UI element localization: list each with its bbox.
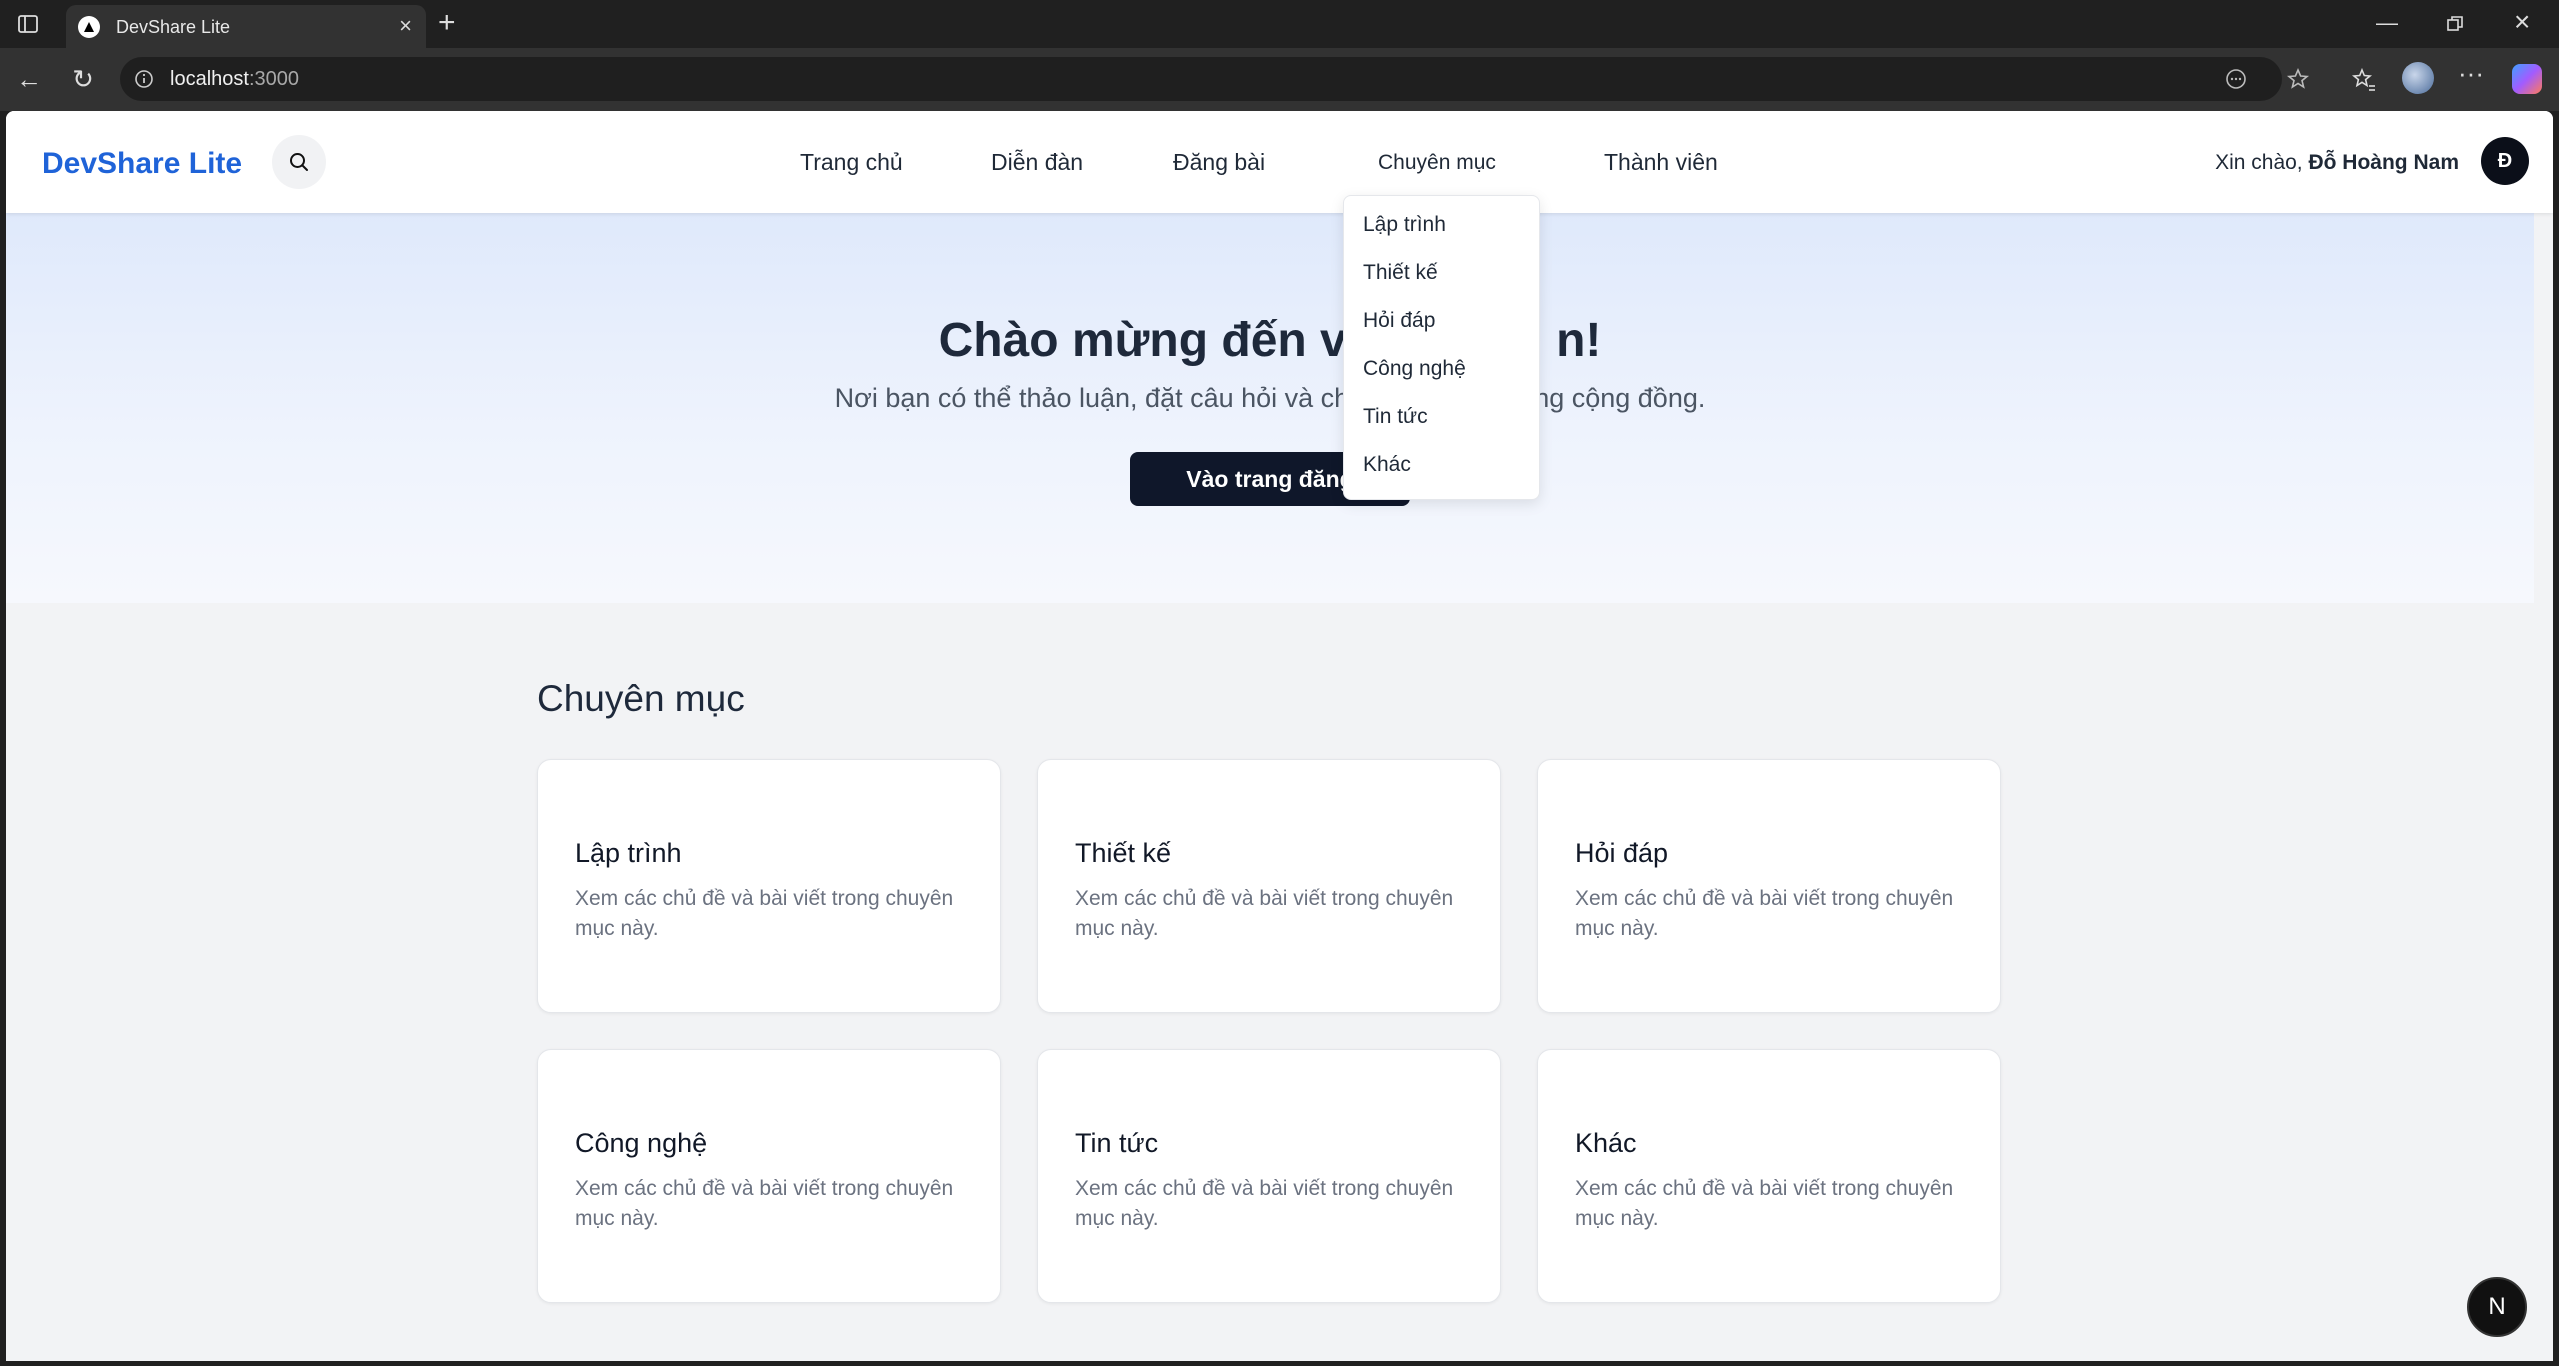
favorite-star-icon[interactable] (2286, 67, 2310, 91)
browser-address-bar: ← ↻ localhost:3000 ··· (0, 48, 2559, 111)
card-description: Xem các chủ đề và bài viết trong chuyên … (575, 1177, 954, 1230)
category-card-programming[interactable]: Lập trình Xem các chủ đề và bài viết tro… (537, 759, 1001, 1013)
card-title: Thiết kế (1075, 838, 1172, 868)
card-title: Khác (1575, 1128, 1637, 1158)
search-icon (290, 153, 308, 171)
category-card-other[interactable]: Khác Xem các chủ đề và bài viết trong ch… (1537, 1049, 2001, 1303)
dropdown-item-technology[interactable]: Công nghệ (1363, 357, 1466, 381)
card-title: Công nghệ (575, 1128, 708, 1158)
reload-icon[interactable]: ↻ (68, 64, 98, 94)
nav-categories[interactable]: Chuyên mục (1378, 151, 1496, 175)
avatar[interactable]: Đ (2481, 137, 2529, 185)
nav-members[interactable]: Thành viên (1604, 149, 1718, 176)
card-description: Xem các chủ đề và bài viết trong chuyên … (575, 887, 954, 940)
category-card-news[interactable]: Tin tức Xem các chủ đề và bài viết trong… (1037, 1049, 1501, 1303)
tab-actions-icon[interactable] (16, 12, 40, 36)
card-description: Xem các chủ đề và bài viết trong chuyên … (1575, 887, 1954, 940)
scrollbar[interactable] (2534, 213, 2553, 1361)
user-greeting: Xin chào, Đỗ Hoàng Nam (2215, 151, 2459, 174)
hero-title: Chào mừng đến vó n! (938, 314, 1602, 367)
new-tab-icon[interactable]: + (438, 8, 456, 38)
nav-forum[interactable]: Diễn đàn (991, 149, 1083, 176)
back-icon[interactable]: ← (14, 64, 44, 94)
dropdown-item-design[interactable]: Thiết kế (1363, 261, 1438, 285)
site-info-icon[interactable] (134, 69, 154, 89)
restore-icon[interactable] (2445, 14, 2465, 34)
categories-title: Chuyên mục (537, 678, 745, 719)
nextjs-dev-indicator-button[interactable]: N (2467, 1277, 2527, 1337)
browser-tab-bar: DevShare Lite × + — × (0, 0, 2559, 48)
dropdown-item-news[interactable]: Tin tức (1363, 405, 1428, 429)
minimize-icon[interactable]: — (2376, 10, 2398, 36)
more-options-icon[interactable]: ··· (2458, 58, 2486, 88)
copilot-icon[interactable] (2512, 64, 2542, 94)
dropdown-item-other[interactable]: Khác (1363, 453, 1411, 477)
url-text: localhost:3000 (170, 68, 299, 90)
categories-dropdown: Lập trình Thiết kế Hỏi đáp Công nghệ Tin… (1343, 195, 1540, 500)
dropdown-item-qa[interactable]: Hỏi đáp (1363, 309, 1435, 333)
card-title: Hỏi đáp (1575, 838, 1669, 868)
nav-post[interactable]: Đăng bài (1173, 149, 1265, 176)
category-card-qa[interactable]: Hỏi đáp Xem các chủ đề và bài viết trong… (1537, 759, 2001, 1013)
favicon-icon (78, 16, 100, 38)
card-title: Lập trình (575, 838, 682, 868)
web-page: DevShare Lite Trang chủ Diễn đàn Đăng bà… (6, 111, 2553, 1361)
card-description: Xem các chủ đề và bài viết trong chuyên … (1075, 1177, 1454, 1230)
url-field[interactable]: localhost:3000 (120, 57, 2310, 101)
dropdown-item-programming[interactable]: Lập trình (1363, 213, 1446, 237)
hero-section: Chào mừng đến vó n! Nơi bạn có thể thảo l… (6, 213, 2534, 603)
card-description: Xem các chủ đề và bài viết trong chuyên … (1075, 887, 1454, 940)
hero-subtitle: Nơi bạn có thể thảo luận, đặt câu hỏi và… (834, 383, 1706, 413)
close-window-icon[interactable]: × (2514, 6, 2530, 38)
category-card-design[interactable]: Thiết kế Xem các chủ đề và bài viết tron… (1037, 759, 1501, 1013)
site-logo[interactable]: DevShare Lite (42, 147, 242, 181)
reader-icon[interactable] (2224, 67, 2248, 91)
tab-close-icon[interactable]: × (399, 15, 412, 37)
site-header: DevShare Lite Trang chủ Diễn đàn Đăng bà… (6, 111, 2553, 213)
profile-icon[interactable] (2402, 62, 2434, 94)
tab-title: DevShare Lite (116, 17, 231, 37)
card-title: Tin tức (1075, 1128, 1159, 1158)
search-button[interactable] (272, 135, 326, 189)
favorites-icon[interactable] (2350, 66, 2378, 94)
card-description: Xem các chủ đề và bài viết trong chuyên … (1575, 1177, 1954, 1230)
nav-home[interactable]: Trang chủ (800, 149, 903, 176)
category-card-technology[interactable]: Công nghệ Xem các chủ đề và bài viết tro… (537, 1049, 1001, 1303)
browser-tab[interactable]: DevShare Lite × (66, 5, 426, 48)
